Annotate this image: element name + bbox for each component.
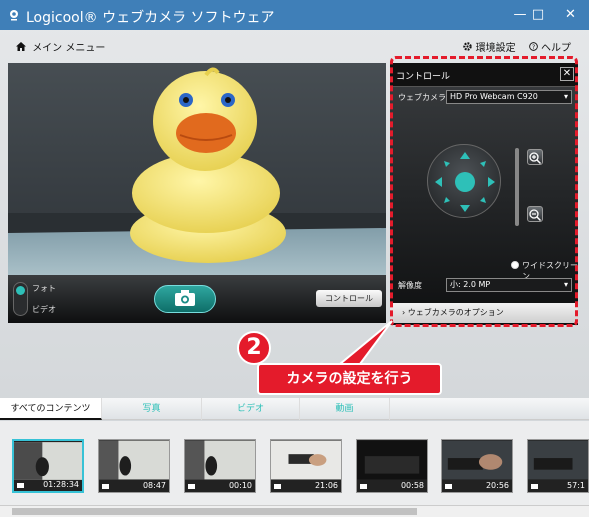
video-camera-icon <box>274 484 281 489</box>
video-camera-icon <box>17 483 24 488</box>
close-window-button[interactable]: ✕ <box>552 0 589 30</box>
gear-icon <box>463 42 473 51</box>
thumbnail-duration: 57:1 <box>567 481 585 490</box>
photo-video-toggle[interactable] <box>13 282 28 316</box>
thumbnail-item[interactable]: 00:10 <box>184 439 256 493</box>
thumbnail-item[interactable]: 21:06 <box>270 439 342 493</box>
thumbnail-strip: 01:28:34 08:47 00:10 21:06 00:58 20:56 5… <box>0 421 589 517</box>
app-window: Logicool® ウェブカメラ ソフトウェア — □ ✕ メイン メニュー 環… <box>0 0 589 517</box>
help-icon: ? <box>528 42 538 51</box>
window-title: Logicool® ウェブカメラ ソフトウェア <box>26 10 275 26</box>
thumbnail-duration: 20:56 <box>485 481 509 490</box>
tab-video[interactable]: ビデオ <box>202 398 300 420</box>
step-number-badge: 2 <box>237 331 271 365</box>
thumbnail-duration: 08:47 <box>142 481 166 490</box>
tab-photos[interactable]: 写真 <box>102 398 202 420</box>
capture-button[interactable] <box>154 285 216 313</box>
video-thumbnail-image <box>271 440 341 480</box>
video-thumbnail-image <box>528 440 588 480</box>
toggle-knob <box>16 286 25 295</box>
settings-link[interactable]: 環境設定 <box>463 42 518 54</box>
tab-all-contents[interactable]: すべてのコンテンツ <box>0 398 102 420</box>
video-camera-icon <box>188 484 195 489</box>
camera-icon <box>175 290 195 306</box>
duck-preview-image <box>8 63 386 275</box>
webcam-app-icon <box>10 10 18 21</box>
top-nav-actions: 環境設定 ? ヘルプ <box>453 39 571 54</box>
camera-preview <box>8 63 386 275</box>
video-camera-icon <box>531 484 538 489</box>
thumbnail-item[interactable]: 00:58 <box>356 439 428 493</box>
horizontal-scrollbar[interactable] <box>0 505 589 517</box>
video-camera-icon <box>445 484 452 489</box>
home-icon <box>16 42 26 51</box>
highlight-frame <box>390 56 578 327</box>
video-thumbnail-image <box>357 440 427 480</box>
svg-text:?: ? <box>532 44 535 51</box>
video-thumbnail-image <box>185 440 255 480</box>
content-tabs: すべてのコンテンツ 写真 ビデオ 動画 <box>0 398 589 420</box>
video-thumbnail-image <box>442 440 512 480</box>
main-menu-link[interactable]: メイン メニュー <box>16 39 105 54</box>
video-camera-icon <box>360 484 367 489</box>
thumbnail-duration: 00:58 <box>400 481 424 490</box>
settings-label: 環境設定 <box>475 43 516 54</box>
callout-pointer <box>337 320 393 365</box>
help-label: ヘルプ <box>541 43 571 54</box>
thumbnail-duration: 00:10 <box>228 481 252 490</box>
title-bar: Logicool® ウェブカメラ ソフトウェア — □ ✕ <box>0 0 589 30</box>
thumbnail-item[interactable]: 08:47 <box>98 439 170 493</box>
tab-movies[interactable]: 動画 <box>300 398 390 420</box>
main-menu-label: メイン メニュー <box>32 43 106 54</box>
thumbnail-item[interactable]: 01:28:34 <box>12 439 84 493</box>
thumbnail-duration: 01:28:34 <box>43 480 79 489</box>
thumbnail-item[interactable]: 20:56 <box>441 439 513 493</box>
thumbnail-duration: 21:06 <box>314 481 338 490</box>
photo-mode-label: フォト <box>32 284 56 293</box>
capture-bar: フォト ビデオ コントロール <box>8 275 386 323</box>
maximize-button[interactable]: □ <box>521 0 555 30</box>
video-thumbnail-image <box>14 442 82 480</box>
video-mode-label: ビデオ <box>32 305 56 314</box>
annotation-callout: カメラの設定を行う <box>257 363 442 395</box>
scrollbar-thumb[interactable] <box>12 508 417 515</box>
help-link[interactable]: ? ヘルプ <box>528 42 571 54</box>
video-thumbnail-image <box>99 440 169 480</box>
video-camera-icon <box>102 484 109 489</box>
thumbnail-item[interactable]: 57:1 <box>527 439 589 493</box>
control-button[interactable]: コントロール <box>316 290 382 307</box>
